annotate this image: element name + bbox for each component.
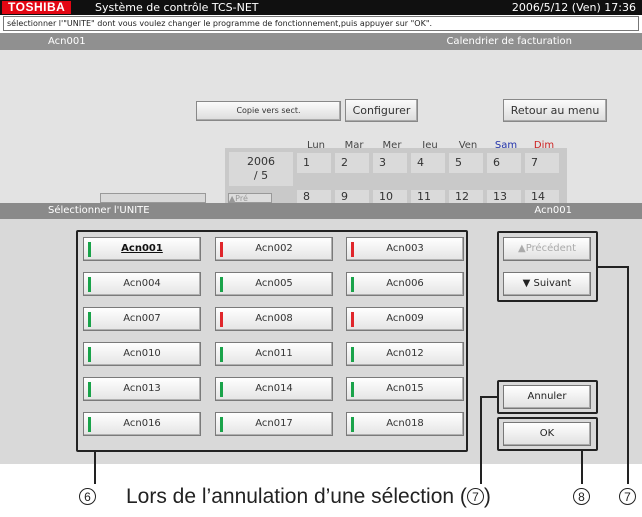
calendar-day-cell[interactable]: 4 bbox=[411, 153, 445, 173]
calendar-day-cell[interactable]: 12 bbox=[449, 190, 483, 203]
return-to-menu-button[interactable]: Retour au menu bbox=[503, 99, 607, 122]
nav-buttons-callout-frame bbox=[497, 231, 598, 302]
calendar-day-cell[interactable]: 3 bbox=[373, 153, 407, 173]
current-unit-label: Acn001 bbox=[48, 36, 86, 47]
month: / 5 bbox=[253, 169, 269, 182]
callout-line-8 bbox=[581, 451, 583, 484]
copy-to-section-button[interactable]: Copie vers sect. bbox=[196, 101, 341, 121]
calendar-day-cell[interactable]: 11 bbox=[411, 190, 445, 203]
caption-close: ) bbox=[483, 485, 491, 508]
caption-marker-7: 7 bbox=[466, 488, 484, 505]
hidden-button bbox=[100, 193, 206, 203]
calendar-day-cell[interactable]: 2 bbox=[335, 153, 369, 173]
callout-line-nav-h bbox=[598, 266, 628, 268]
callout-line-6 bbox=[94, 452, 96, 484]
toshiba-logo: TOSHIBA bbox=[2, 1, 72, 14]
year-month-label: 2006 / 5 bbox=[229, 152, 293, 186]
caption-text: Lors de l’annulation d’une sélection ( bbox=[126, 485, 467, 508]
unit-selection-title: Sélectionner l'UNITE bbox=[48, 205, 150, 216]
calendar-day-cell[interactable]: 6 bbox=[487, 153, 521, 173]
year: 2006 bbox=[247, 155, 275, 168]
callout-line-cancel-v bbox=[480, 396, 482, 484]
unit-selection-header: Sélectionner l'UNITE Acn001 bbox=[0, 203, 642, 219]
info-bar: Acn001 Calendrier de facturation bbox=[0, 33, 642, 50]
configure-button[interactable]: Configurer bbox=[345, 99, 418, 122]
calendar-day-cell[interactable]: 10 bbox=[373, 190, 407, 203]
calendar-day-cell[interactable]: 8 bbox=[297, 190, 331, 203]
marker-6: 6 bbox=[79, 488, 96, 505]
unit-grid-callout-frame bbox=[76, 230, 468, 452]
calendar-day-cell[interactable]: 1 bbox=[297, 153, 331, 173]
calendar-prev-button[interactable]: ▲Pré bbox=[228, 193, 272, 203]
marker-7: 7 bbox=[619, 488, 636, 505]
title-bar: TOSHIBA Système de contrôle TCS-NET 2006… bbox=[0, 0, 642, 15]
datetime: 2006/5/12 (Ven) 17:36 bbox=[511, 1, 636, 14]
calendar-day-cell[interactable]: 13 bbox=[487, 190, 521, 203]
callout-line-cancel-h bbox=[480, 396, 498, 398]
calendar-day-cell[interactable]: 9 bbox=[335, 190, 369, 203]
screen-title: Calendrier de facturation bbox=[446, 36, 572, 47]
calendar-day-cell[interactable]: 5 bbox=[449, 153, 483, 173]
calendar-day-cell[interactable]: 7 bbox=[525, 153, 559, 173]
callout-line-nav-v bbox=[627, 266, 629, 484]
app-title: Système de contrôle TCS-NET bbox=[95, 1, 259, 14]
selected-unit-label: Acn001 bbox=[534, 205, 572, 216]
calendar-day-cell[interactable]: 14 bbox=[525, 190, 559, 203]
ok-callout-frame bbox=[497, 417, 598, 451]
instruction-bar: sélectionner l'"UNITE" dont vous voulez … bbox=[3, 16, 639, 31]
marker-8: 8 bbox=[573, 488, 590, 505]
caption: Lors de l’annulation d’une sélection (7) bbox=[126, 485, 491, 509]
cancel-callout-frame bbox=[497, 380, 598, 414]
